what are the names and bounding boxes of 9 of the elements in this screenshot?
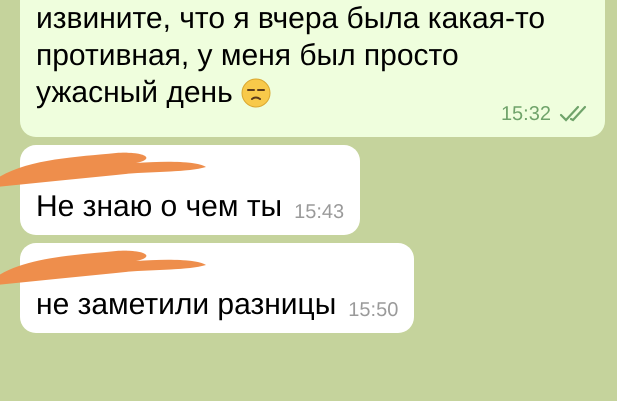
message-text: ужасный день xyxy=(36,75,233,111)
message-time: 15:32 xyxy=(500,102,551,127)
message-time: 15:43 xyxy=(294,200,344,225)
message-time: 15:50 xyxy=(348,298,398,323)
unamused-face-emoji-icon xyxy=(240,78,271,108)
message-text: извините, что я вчера была какая-то xyxy=(36,1,546,37)
message-text: противная, у меня был просто xyxy=(36,38,459,74)
message-text: не заметили разницы xyxy=(36,286,336,322)
message-text: Не знаю о чем ты xyxy=(36,188,282,224)
